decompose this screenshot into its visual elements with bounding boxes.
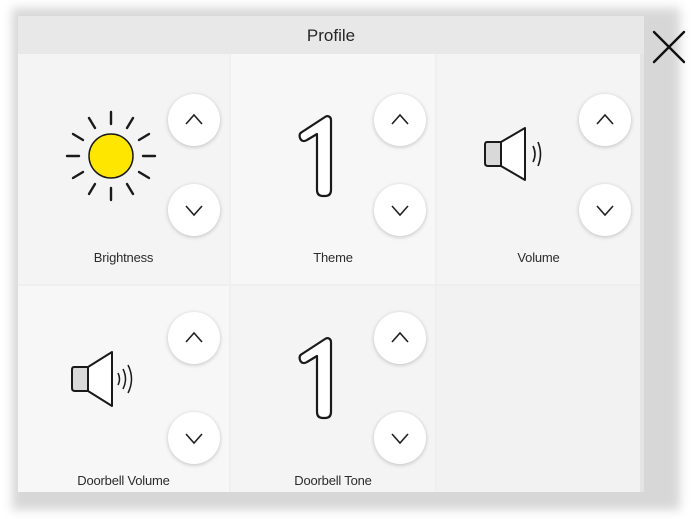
speaker-icon: [484, 127, 542, 181]
close-icon: [652, 30, 686, 64]
theme-up-button[interactable]: [374, 94, 426, 146]
doorbell-tone-down-button[interactable]: [374, 412, 426, 464]
chevron-up-icon: [391, 113, 409, 125]
doorbell-volume-up-button[interactable]: [168, 312, 220, 364]
scrollbar-track[interactable]: [640, 54, 644, 492]
brightness-down-button[interactable]: [168, 184, 220, 236]
brightness-label: Brightness: [93, 250, 154, 265]
chevron-up-icon: [185, 331, 203, 343]
brightness-up-button[interactable]: [168, 94, 220, 146]
panel-header: Profile: [18, 16, 644, 54]
volume-down-button[interactable]: [579, 184, 631, 236]
theme-label: Theme: [313, 250, 353, 265]
chevron-down-icon: [391, 205, 409, 217]
theme-down-button[interactable]: [374, 184, 426, 236]
chevron-up-icon: [185, 113, 203, 125]
close-button[interactable]: [648, 26, 690, 68]
speaker-icon: [71, 351, 133, 407]
chevron-up-icon: [596, 113, 614, 125]
doorbell-volume-label: Doorbell Volume: [77, 473, 170, 488]
doorbell-volume-tile: Doorbell Volume: [18, 286, 229, 492]
sun-icon: [65, 110, 157, 202]
doorbell-volume-down-button[interactable]: [168, 412, 220, 464]
empty-tile: [437, 286, 640, 492]
chevron-down-icon: [185, 433, 203, 445]
chevron-up-icon: [391, 331, 409, 343]
digit-one-icon: [298, 115, 333, 198]
brightness-tile: Brightness: [18, 54, 229, 284]
digit-one-icon: [298, 337, 333, 420]
profile-panel: Profile Brightness Theme Volume Doorbell…: [18, 16, 644, 492]
chevron-down-icon: [185, 205, 203, 217]
theme-tile: Theme: [231, 54, 435, 284]
doorbell-tone-tile: Doorbell Tone: [231, 286, 435, 492]
doorbell-tone-label: Doorbell Tone: [294, 473, 372, 488]
volume-tile: Volume: [437, 54, 640, 284]
volume-label: Volume: [517, 250, 560, 265]
page-title: Profile: [306, 26, 356, 45]
chevron-down-icon: [391, 433, 409, 445]
chevron-down-icon: [596, 205, 614, 217]
volume-up-button[interactable]: [579, 94, 631, 146]
doorbell-tone-up-button[interactable]: [374, 312, 426, 364]
